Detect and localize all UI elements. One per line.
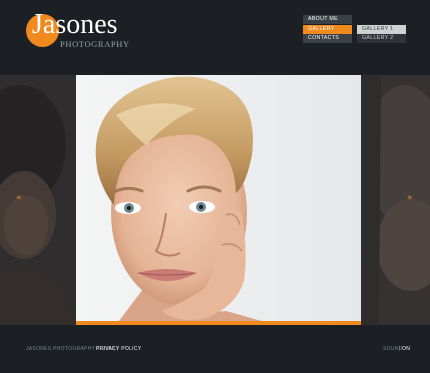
logo-title[interactable]: Jasones (32, 11, 118, 39)
nav-item-contacts[interactable]: CONTACTS (303, 34, 352, 43)
sound-separator: | (399, 346, 401, 352)
submenu-item-gallery-2[interactable]: GALLERY 2 (357, 34, 406, 43)
next-arrow-icon[interactable]: » (407, 194, 412, 203)
previous-photo-preview[interactable] (0, 75, 76, 325)
sound-toggle[interactable]: ON (402, 346, 410, 352)
nav-item-about-me[interactable]: ABOUT ME (303, 15, 352, 24)
gallery-stage (0, 75, 430, 325)
next-photo-image (361, 75, 430, 325)
logo-subtitle: PHOTOGRAPHY (60, 39, 130, 49)
previous-photo-image (0, 75, 76, 325)
main-photo (76, 75, 361, 325)
footer: JASONES PHOTOGRAPHY © 2009 | PRIVACY POL… (0, 325, 430, 373)
nav-item-gallery[interactable]: GALLERY (303, 25, 352, 34)
next-photo-preview[interactable] (361, 75, 430, 325)
submenu-item-gallery-1[interactable]: GALLERY 1 (357, 25, 406, 34)
privacy-policy-link[interactable]: PRIVACY POLICY (96, 346, 141, 352)
previous-arrow-icon[interactable]: « (16, 194, 21, 203)
portrait-image (76, 75, 361, 325)
header: Jasones PHOTOGRAPHY ABOUT ME GALLERY CON… (0, 0, 430, 75)
